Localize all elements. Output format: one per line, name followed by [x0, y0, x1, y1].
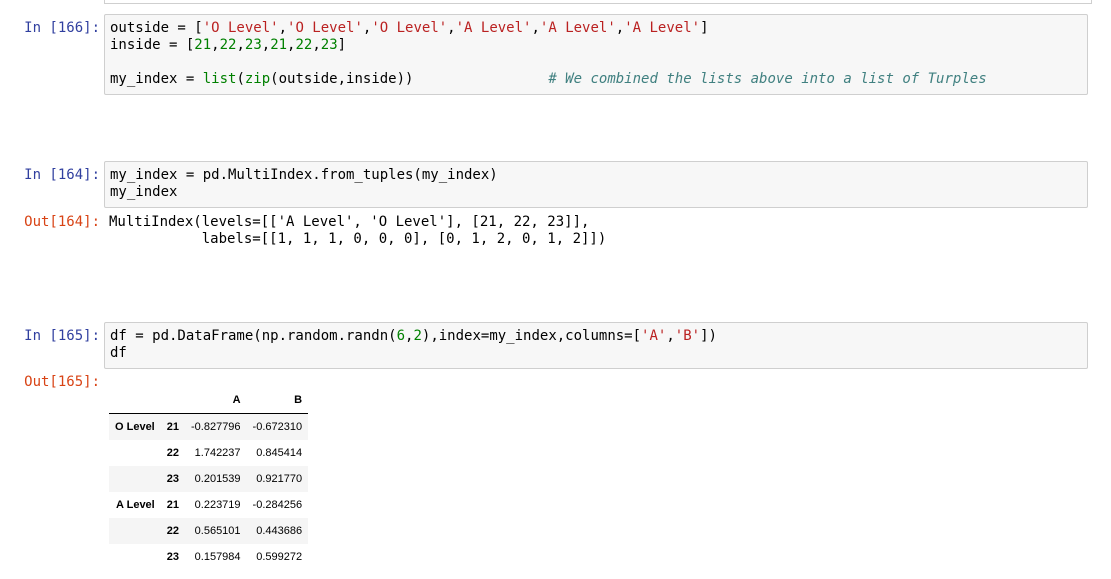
- cell-output: MultiIndex(levels=[['A Level', 'O Level'…: [109, 214, 607, 247]
- cell-a: 0.223719: [194, 499, 241, 511]
- code-cell-input[interactable]: outside = ['O Level','O Level','O Level'…: [104, 14, 1088, 95]
- outer-index-label: [109, 518, 161, 544]
- output-prompt: Out[164]:: [24, 214, 100, 230]
- table-row: O Level 21 -0.827796 -0.672310: [109, 413, 309, 440]
- outer-index-label: A Level: [116, 499, 155, 511]
- table-header-row: A B: [109, 387, 309, 414]
- input-prompt: In [164]:: [24, 167, 100, 183]
- cell-b: 0.845414: [256, 447, 303, 459]
- code-comment: # We combined the lists above into a lis…: [548, 71, 987, 87]
- cell-a: 1.742237: [194, 447, 241, 459]
- code-cell-input[interactable]: my_index = pd.MultiIndex.from_tuples(my_…: [104, 161, 1088, 208]
- outer-index-label: [109, 440, 161, 466]
- code-editor[interactable]: my_index = pd.MultiIndex.from_tuples(my_…: [105, 162, 1087, 201]
- input-prompt: In [166]:: [24, 20, 100, 36]
- input-prompt: In [165]:: [24, 328, 100, 344]
- column-header: B: [246, 387, 309, 414]
- inner-index-label: 23: [166, 551, 179, 563]
- inner-index-label: 21: [166, 421, 179, 433]
- inner-index-label: 22: [166, 447, 179, 459]
- table-row: A Level 21 0.223719 -0.284256: [109, 492, 308, 518]
- table-row: 23 0.157984 0.599272: [109, 544, 308, 570]
- output-prompt: Out[165]:: [24, 374, 100, 390]
- inner-index-label: 21: [166, 499, 179, 511]
- index-header-outer: [109, 387, 161, 414]
- outer-index-label: [109, 544, 161, 570]
- previous-cell-bottom: [104, 0, 1092, 4]
- cell-b: -0.284256: [252, 499, 303, 511]
- code-editor[interactable]: outside = ['O Level','O Level','O Level'…: [105, 15, 1087, 88]
- cell-a: -0.827796: [191, 421, 241, 433]
- table-row: 22 1.742237 0.845414: [109, 440, 308, 466]
- dataframe-table: A B O Level 21 -0.827796 -0.672310 22 1.…: [109, 387, 309, 570]
- outer-index-label: O Level: [115, 421, 155, 433]
- column-header: A: [185, 387, 247, 414]
- table-row: 22 0.565101 0.443686: [109, 518, 309, 544]
- cell-b: 0.443686: [256, 525, 303, 537]
- cell-a: 0.201539: [194, 473, 241, 485]
- outer-index-label: [109, 466, 161, 492]
- cell-b: 0.599272: [256, 551, 303, 563]
- code-editor[interactable]: df = pd.DataFrame(np.random.randn(6,2),i…: [105, 323, 1087, 362]
- cell-b: 0.921770: [256, 473, 303, 485]
- cell-b: -0.672310: [252, 421, 303, 433]
- cell-a: 0.565101: [194, 525, 241, 537]
- index-header-inner: [160, 387, 185, 414]
- inner-index-label: 23: [166, 473, 179, 485]
- inner-index-label: 22: [166, 525, 179, 537]
- cell-a: 0.157984: [194, 551, 241, 563]
- table-row: 23 0.201539 0.921770: [109, 466, 309, 492]
- code-cell-input[interactable]: df = pd.DataFrame(np.random.randn(6,2),i…: [104, 322, 1088, 369]
